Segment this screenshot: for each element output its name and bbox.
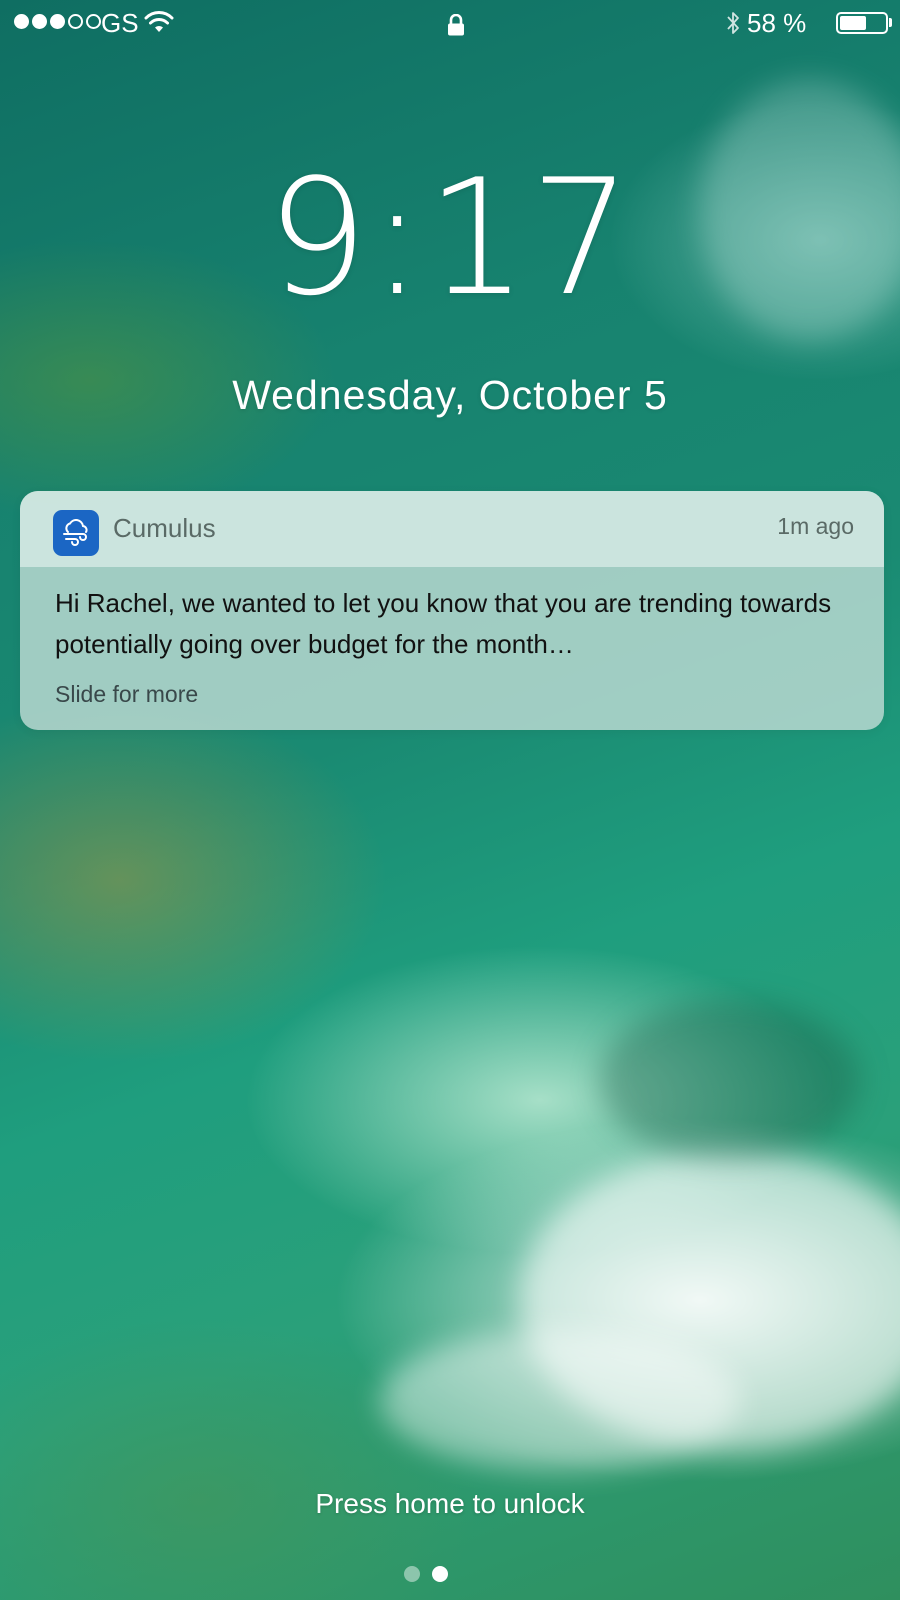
notification-header: Cumulus 1m ago [20,491,884,567]
battery-cap [889,18,892,27]
carrier-name: GS [101,8,139,38]
signal-dot-filled [32,14,47,29]
page-indicator[interactable] [404,1566,448,1582]
notification-message: Hi Rachel, we wanted to let you know tha… [55,588,832,659]
lock-icon [447,12,465,43]
status-bar: GS 58 % [0,0,900,46]
notification-app-name: Cumulus [113,513,216,543]
clock-date: Wednesday, October 5 [232,372,668,418]
wallpaper-foam [520,1150,900,1450]
battery-percentage: 58 % [747,8,807,38]
unlock-hint: Press home to unlock [315,1488,585,1519]
bluetooth-icon [726,10,740,43]
clock-time: 9:17 [266,144,634,331]
notification-card[interactable]: Cumulus 1m ago Hi Rachel, we wanted to l… [20,491,884,730]
notification-timestamp: 1m ago [777,513,854,539]
page-dot[interactable] [404,1566,420,1582]
wind-cloud-icon [53,510,99,556]
wallpaper-foam [380,1330,740,1470]
signal-dot-empty [68,14,83,29]
signal-dot-empty [86,14,101,29]
wallpaper-foam [600,1000,860,1160]
wifi-icon [144,10,174,41]
signal-dot-filled [50,14,65,29]
battery-level [840,16,866,30]
page-dot-active[interactable] [432,1566,448,1582]
signal-dot-filled [14,14,29,29]
lock-screen: GS 58 % 9:17 Wednesday, October 5 Cumulu… [0,0,900,1600]
notification-slide-hint: Slide for more [55,681,199,707]
signal-strength-icon [14,14,101,29]
battery-icon [836,12,888,34]
